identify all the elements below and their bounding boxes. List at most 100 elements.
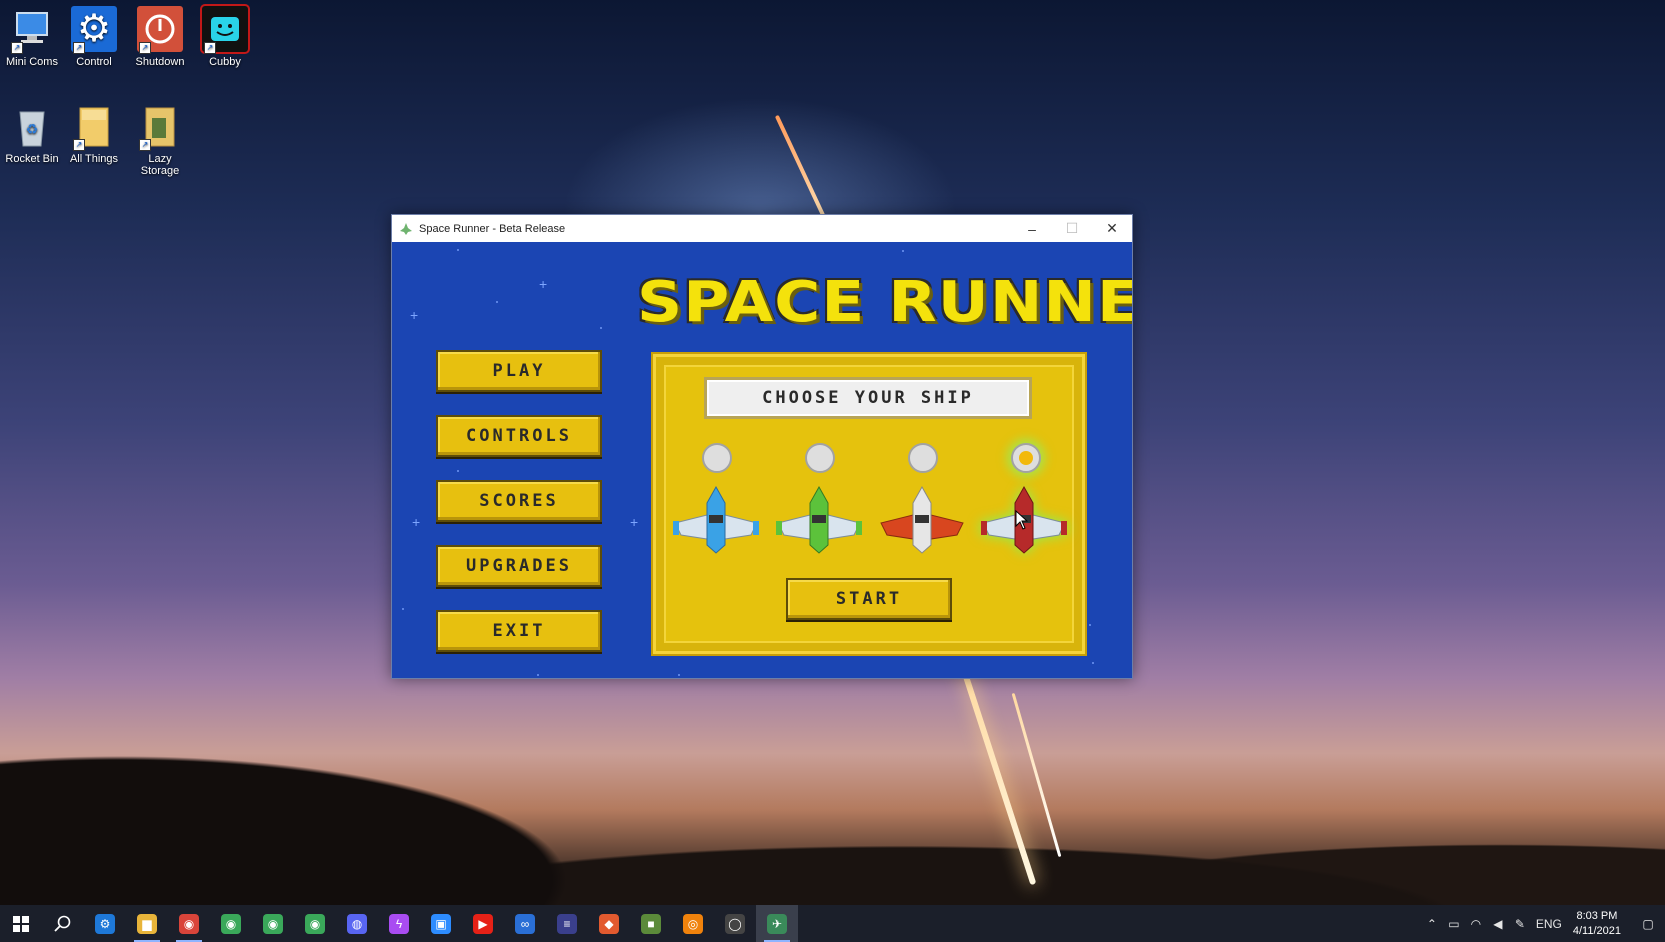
ship-blue[interactable]: [671, 485, 761, 555]
space-runner-window: Space Runner - Beta Release – ☐ ✕ + + + …: [391, 214, 1133, 679]
taskbar-app-chrome[interactable]: ◉: [210, 905, 252, 942]
desktop-icon-label: Shutdown: [135, 56, 185, 68]
desktop-icon-label: Mini Coms: [6, 56, 58, 68]
star-dot: [496, 301, 498, 303]
taskbar-app-file-explorer[interactable]: ▆: [126, 905, 168, 942]
taskbar-app-app[interactable]: ≡: [546, 905, 588, 942]
desktop-icon-mini-coms[interactable]: ↗ Mini Coms: [0, 6, 64, 68]
desktop-icon-label: Rocket Bin: [5, 153, 59, 165]
desktop-icon-label: Lazy Storage: [140, 153, 180, 177]
taskbar-app-obs[interactable]: ◯: [714, 905, 756, 942]
space-runner-app-icon: [400, 222, 412, 235]
star-dot: [537, 674, 539, 676]
taskbar-app-minecraft[interactable]: ■: [630, 905, 672, 942]
desktop-icon-all-things[interactable]: ↗ All Things: [62, 103, 126, 165]
star-dot: [1092, 662, 1094, 664]
chrome-icon: ◉: [221, 913, 241, 934]
windows-logo-icon: [13, 915, 29, 932]
clock[interactable]: 8:03 PM 4/11/2021: [1573, 909, 1621, 939]
ship-radio-2[interactable]: [805, 443, 835, 473]
taskbar-app-settings[interactable]: ⚙: [84, 905, 126, 942]
taskbar-app-blender[interactable]: ◎: [672, 905, 714, 942]
minimize-button[interactable]: –: [1012, 215, 1052, 242]
window-titlebar[interactable]: Space Runner - Beta Release – ☐ ✕: [392, 215, 1132, 242]
star-decoration: +: [630, 514, 639, 530]
ship-orange[interactable]: [877, 485, 967, 555]
app-icon: ≡: [557, 913, 577, 934]
folder-icon: ↗: [71, 103, 117, 151]
app-icon: ◆: [599, 913, 619, 934]
maximize-button[interactable]: ☐: [1052, 215, 1092, 242]
file-explorer-icon: ▆: [137, 913, 157, 934]
star-dot: [902, 250, 904, 252]
chevron-up-icon[interactable]: ⌃: [1421, 905, 1443, 942]
upgrades-button[interactable]: UPGRADES: [436, 545, 602, 587]
star-dot: [457, 470, 459, 472]
taskbar-app-youtube-music[interactable]: ▶: [462, 905, 504, 942]
taskbar-app-chrome[interactable]: ◉: [168, 905, 210, 942]
star-dot: [1089, 624, 1091, 626]
star-decoration: +: [412, 514, 421, 530]
taskbar-app-messenger[interactable]: ϟ: [378, 905, 420, 942]
controls-button[interactable]: CONTROLS: [436, 415, 602, 457]
exit-button[interactable]: EXIT: [436, 610, 602, 652]
play-button[interactable]: PLAY: [436, 350, 602, 392]
mouse-cursor-icon: [1015, 510, 1029, 530]
close-button[interactable]: ✕: [1092, 215, 1132, 242]
wallpaper-landscape: [0, 650, 1665, 906]
taskbar-app-app[interactable]: ◆: [588, 905, 630, 942]
taskbar-app-chrome[interactable]: ◉: [294, 905, 336, 942]
star-dot: [402, 608, 404, 610]
search-button[interactable]: [42, 905, 84, 942]
volume-icon[interactable]: ◀: [1487, 905, 1509, 942]
folder-icon: ↗: [137, 103, 183, 151]
star-decoration: +: [539, 276, 548, 292]
cubby-app-icon: ↗: [200, 4, 250, 54]
chrome-icon: ◉: [305, 913, 325, 934]
start-button[interactable]: START: [786, 578, 952, 620]
game-canvas: + + + + SPACE RUNNER PLAY CONTROLS SCORE…: [392, 242, 1132, 678]
desktop-icon-label: Control: [76, 56, 112, 68]
taskbar: ⚙ ▆ ◉ ◉ ◉ ◉ ◍ ϟ ▣ ▶ ∞ ≡ ◆ ■ ◎ ◯ ✈ ⌃ ▭ ◠ ◀ ✎ ENG 8:03 PM …: [0, 905, 1665, 942]
ship-select-panel: CHOOSE YOUR SHIP START: [653, 354, 1085, 654]
app-icon: ∞: [515, 913, 535, 934]
wifi-icon[interactable]: ◠: [1465, 905, 1487, 942]
obs-icon: ◯: [725, 913, 745, 934]
game-logo: SPACE RUNNER: [637, 270, 1132, 335]
chrome-icon: ◉: [263, 913, 283, 934]
ship-radio-3[interactable]: [908, 443, 938, 473]
taskbar-app-chrome[interactable]: ◉: [252, 905, 294, 942]
notifications-icon[interactable]: ▢: [1631, 905, 1665, 942]
desktop-icon-rocket-bin[interactable]: ♻ Rocket Bin: [0, 103, 64, 165]
battery-icon[interactable]: ▭: [1443, 905, 1465, 942]
star-dot: [600, 327, 602, 329]
svg-text:♻: ♻: [26, 121, 39, 137]
language-indicator[interactable]: ENG: [1531, 905, 1567, 942]
desktop-icon-label: All Things: [69, 153, 119, 165]
desktop-icon-control[interactable]: ⚙ ↗ Control: [62, 6, 126, 68]
ship-radio-1[interactable]: [702, 443, 732, 473]
zoom-icon: ▣: [431, 913, 451, 934]
taskbar-app-zoom[interactable]: ▣: [420, 905, 462, 942]
start-menu-button[interactable]: [0, 905, 42, 942]
panel-title: CHOOSE YOUR SHIP: [704, 377, 1032, 419]
taskbar-app-space-runner[interactable]: ✈: [756, 905, 798, 942]
youtube-music-icon: ▶: [473, 913, 493, 934]
window-title: Space Runner - Beta Release: [419, 222, 566, 235]
taskbar-app-discord[interactable]: ◍: [336, 905, 378, 942]
ship-green[interactable]: [774, 485, 864, 555]
star-dot: [457, 249, 459, 251]
desktop-icon-shutdown[interactable]: ↗ Shutdown: [128, 6, 192, 68]
pen-icon[interactable]: ✎: [1509, 905, 1531, 942]
clock-date: 4/11/2021: [1572, 924, 1621, 937]
search-icon: [54, 915, 71, 932]
wallpaper-meteor-trail: [774, 114, 830, 226]
scores-button[interactable]: SCORES: [436, 480, 602, 522]
star-decoration: +: [410, 307, 419, 323]
desktop-icon-lazy-storage[interactable]: ↗ Lazy Storage: [128, 103, 192, 177]
desktop-icon-cubby[interactable]: ↗ Cubby: [193, 4, 257, 68]
ship-radio-4[interactable]: [1011, 443, 1041, 473]
taskbar-app-app[interactable]: ∞: [504, 905, 546, 942]
gear-icon: ⚙ ↗: [71, 6, 117, 54]
discord-icon: ◍: [347, 913, 367, 934]
